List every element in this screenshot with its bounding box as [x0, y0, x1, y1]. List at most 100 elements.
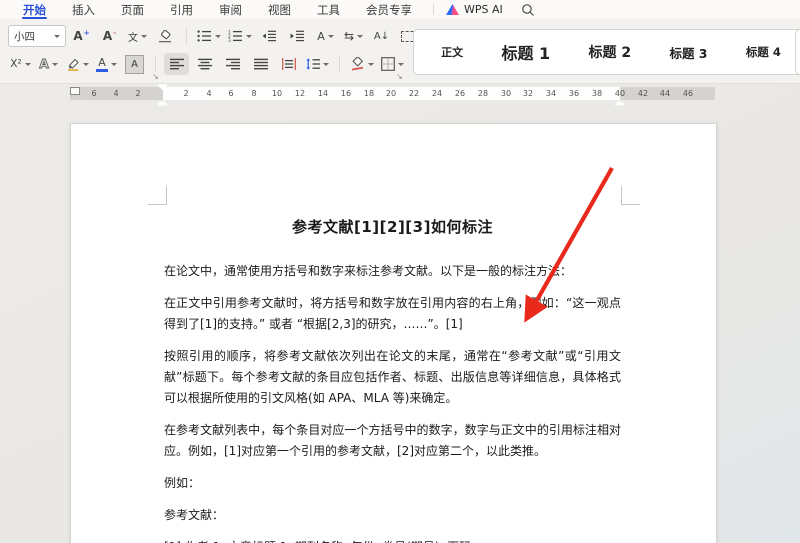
ruler-number: 36 [568, 89, 580, 98]
highlighter-icon [68, 57, 80, 71]
align-left-button[interactable] [164, 53, 189, 75]
ruler-number: 22 [408, 89, 420, 98]
search-icon[interactable] [521, 3, 535, 17]
line-spacing-icon [306, 58, 320, 70]
group-divider [339, 56, 340, 72]
style-preset[interactable]: 标题 1 [497, 40, 554, 64]
text-convert-button[interactable]: ⇆ [341, 25, 366, 47]
increase-indent-button[interactable] [285, 25, 310, 47]
style-preset[interactable]: 正文 [437, 44, 467, 60]
menu-tab[interactable]: 页面 [108, 0, 157, 19]
line-spacing-button[interactable] [304, 53, 331, 75]
chevron-down-icon [368, 62, 374, 66]
highlight-button[interactable] [64, 53, 91, 75]
svg-text:3: 3 [228, 38, 231, 42]
font-color-button[interactable]: A [94, 53, 119, 75]
chevron-down-icon [357, 34, 364, 38]
margin-corner-mark [621, 186, 640, 205]
borders-icon [381, 57, 395, 71]
chevron-down-icon [83, 62, 89, 66]
phonetic-guide-button[interactable]: 文 [125, 25, 150, 47]
increase-indent-icon [290, 30, 305, 42]
toolbar-row-font: 小四 A + A- 文 1 2 3 A ⇆ A↓ [8, 24, 422, 48]
ruler-number: 2 [135, 89, 141, 98]
shrink-font-button[interactable]: A- [97, 25, 122, 47]
paragraph[interactable]: 在正文中引用参考文献时，将方括号和数字放在引用内容的右上角，例如：“这一观点得到… [164, 293, 621, 335]
right-indent-marker[interactable] [615, 100, 624, 106]
chevron-down-icon [323, 62, 329, 66]
shading-icon [350, 57, 365, 71]
document-content[interactable]: 参考文献[1][2][3]如何标注 在论文中，通常使用方括号和数字来标注参考文献… [164, 216, 621, 543]
ruler-number: 20 [385, 89, 397, 98]
font-size-select[interactable]: 小四 [8, 25, 66, 47]
font-dialog-launcher[interactable]: ↘ [152, 73, 159, 81]
menu-tab[interactable]: 开始 [10, 0, 59, 19]
numbered-list-icon: 1 2 3 [228, 30, 243, 42]
menu-tab[interactable]: 工具 [304, 0, 353, 19]
char-border-button[interactable]: A [122, 53, 147, 75]
chevron-down-icon [24, 62, 31, 66]
grow-font-button[interactable]: A + [69, 25, 94, 47]
distribute-icon [282, 58, 296, 70]
ruler-number: 46 [682, 89, 694, 98]
paragraph[interactable]: [1] 作者 1. 文章标题 1. 期刊名称, 年份, 卷号(期号), 页码. [164, 537, 621, 543]
style-preset[interactable]: 标题 4 [742, 44, 785, 60]
align-center-button[interactable] [192, 53, 217, 75]
text-effects-button[interactable]: A [36, 53, 61, 75]
superscript-button[interactable]: X² [8, 53, 33, 75]
ruler-number: 32 [522, 89, 534, 98]
distribute-button[interactable] [276, 53, 301, 75]
paragraph-dialog-launcher[interactable]: ↘ [396, 73, 403, 81]
ruler-number: 18 [363, 89, 375, 98]
ruler-number: 6 [228, 89, 234, 98]
chevron-down-icon [398, 62, 404, 66]
group-divider [155, 56, 156, 72]
clear-format-button[interactable] [153, 25, 178, 47]
menu-tab[interactable]: 会员专享 [353, 0, 425, 19]
document-page[interactable]: 参考文献[1][2][3]如何标注 在论文中，通常使用方括号和数字来标注参考文献… [70, 123, 717, 543]
menu-bar: 开始 插入 页面 引用 审阅 视图 工具 会员专享 WPS AI [0, 0, 800, 19]
paragraph[interactable]: 在论文中，通常使用方括号和数字来标注参考文献。以下是一般的标注方法： [164, 261, 621, 282]
shading-button[interactable] [348, 53, 376, 75]
menu-tab[interactable]: 视图 [255, 0, 304, 19]
chevron-down-icon [51, 62, 58, 66]
align-right-button[interactable] [220, 53, 245, 75]
ruler-number: 38 [591, 89, 603, 98]
wps-ai-label: WPS AI [464, 3, 503, 16]
menu-tab[interactable]: 审阅 [206, 0, 255, 19]
paragraphs: 在论文中，通常使用方括号和数字来标注参考文献。以下是一般的标注方法： 在正文中引用… [164, 261, 621, 543]
paragraph[interactable]: 按照引用的顺序，将参考文献依次列出在论文的末尾，通常在“参考文献”或“引用文献”… [164, 346, 621, 409]
ruler-number: 28 [477, 89, 489, 98]
phonetic-guide-icon: 文 [128, 32, 138, 44]
style-preset[interactable]: 标题 2 [585, 42, 636, 62]
wps-writer-window: 开始 插入 页面 引用 审阅 视图 工具 会员专享 WPS AI 小四 A + A- 文 [0, 0, 800, 543]
paragraph[interactable]: 参考文献： [164, 505, 621, 526]
swap-arrows-icon: ⇆ [343, 29, 355, 43]
justify-button[interactable] [248, 53, 273, 75]
wps-ai-button[interactable]: WPS AI [442, 3, 507, 16]
document-canvas[interactable]: 参考文献[1][2][3]如何标注 在论文中，通常使用方括号和数字来标注参考文献… [0, 83, 800, 543]
chevron-down-icon [54, 34, 60, 38]
left-indent-marker[interactable] [70, 87, 80, 95]
sort-button[interactable]: A↓ [369, 25, 394, 47]
char-border-icon: A [125, 54, 144, 74]
hanging-indent-marker[interactable] [158, 100, 167, 106]
paragraph[interactable]: 例如： [164, 473, 621, 494]
chevron-down-icon [111, 62, 117, 66]
numbered-list-button[interactable]: 1 2 3 [226, 25, 254, 47]
char-scale-button[interactable]: A [313, 25, 338, 47]
menu-tab[interactable]: 引用 [157, 0, 206, 19]
style-preset[interactable]: 标题 3 [665, 43, 711, 62]
wps-ai-logo-icon [446, 4, 459, 15]
styles-gallery-scroll[interactable] [795, 29, 800, 75]
document-title[interactable]: 参考文献[1][2][3]如何标注 [164, 216, 621, 237]
menu-tab[interactable]: 插入 [59, 0, 108, 19]
bullet-list-button[interactable] [195, 25, 223, 47]
decrease-indent-button[interactable] [257, 25, 282, 47]
chevron-down-icon [246, 34, 252, 38]
group-divider [186, 28, 187, 44]
ruler-number: 40 [614, 89, 626, 98]
char-scale-icon: A [317, 29, 325, 43]
ruler-number: 2 [183, 89, 189, 98]
paragraph[interactable]: 在参考文献列表中，每个条目对应一个方括号中的数字，数字与正文中的引用标注相对应。… [164, 420, 621, 462]
